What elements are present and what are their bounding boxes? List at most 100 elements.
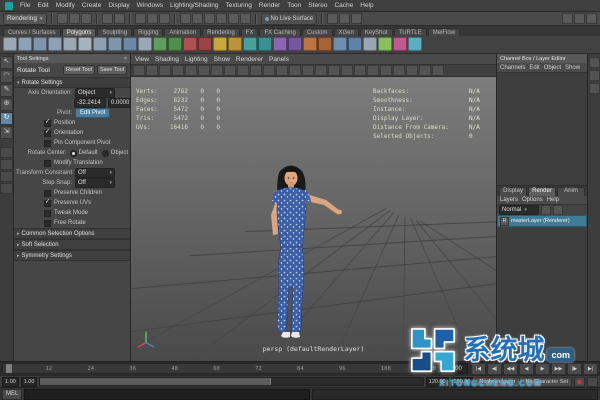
- lighting-toggle-icon[interactable]: [354, 65, 366, 76]
- select-camera-icon[interactable]: [133, 65, 145, 76]
- collapsed-section-header[interactable]: Soft Selection: [14, 239, 130, 250]
- command-language-toggle[interactable]: MEL: [2, 389, 22, 400]
- menu-item[interactable]: Lighting/Shading: [170, 2, 218, 9]
- new-scene-icon[interactable]: [57, 13, 68, 24]
- undo-icon[interactable]: [102, 13, 113, 24]
- shelf-tab[interactable]: FX: [241, 28, 259, 36]
- layer-editor-tab[interactable]: Render: [528, 187, 556, 196]
- select-tool[interactable]: ↖: [0, 56, 13, 69]
- shelf-tool-icon[interactable]: [228, 37, 242, 51]
- layer-editor-menu-item[interactable]: Layers: [500, 197, 518, 203]
- fill-mode-icon[interactable]: [315, 65, 327, 76]
- safe-action-icon[interactable]: [289, 65, 301, 76]
- shelf-tool-icon[interactable]: [33, 37, 47, 51]
- channel-list-area[interactable]: [497, 73, 587, 186]
- safe-title-icon[interactable]: [302, 65, 314, 76]
- preserve-children-checkbox[interactable]: [44, 190, 51, 197]
- shelf-tool-icon[interactable]: [393, 37, 407, 51]
- shelf-tool-icon[interactable]: [273, 37, 287, 51]
- 2d-pan-zoom-icon[interactable]: [198, 65, 210, 76]
- shelf-tool-icon[interactable]: [108, 37, 122, 51]
- persp-outliner-layout-button[interactable]: [0, 171, 13, 182]
- gate-mask-icon[interactable]: [263, 65, 275, 76]
- tool-settings-toggle-icon[interactable]: [589, 70, 600, 81]
- viewport-persp-canvas[interactable]: Verts: 2762 0 0 Edges: 8232 0 0: [131, 77, 496, 361]
- show-manipulator-icon[interactable]: [562, 13, 573, 24]
- shelf-tool-icon[interactable]: [78, 37, 92, 51]
- auto-keyframe-toggle-icon[interactable]: [574, 377, 585, 387]
- ipr-render-icon[interactable]: [339, 13, 350, 24]
- four-pane-layout-button[interactable]: [0, 159, 13, 170]
- new-render-layer-icon[interactable]: [541, 205, 551, 215]
- shelf-tool-icon[interactable]: [63, 37, 77, 51]
- shelf-tab[interactable]: XGen: [334, 28, 359, 36]
- redo-icon[interactable]: [114, 13, 125, 24]
- layer-editor-menu-item[interactable]: Options: [522, 197, 543, 203]
- shelf-tool-icon[interactable]: [213, 37, 227, 51]
- layer-editor-tab[interactable]: Anim: [557, 187, 585, 196]
- rotate-angle-field[interactable]: 0.0000: [108, 98, 131, 108]
- layer-editor-menu-item[interactable]: Help: [547, 197, 559, 203]
- menu-item[interactable]: Modify: [56, 2, 75, 9]
- shelf-tab[interactable]: Rendering: [202, 28, 240, 36]
- time-slider[interactable]: 11224364860728496108120: [2, 363, 441, 374]
- range-slider[interactable]: [39, 377, 423, 386]
- attribute-editor-toggle-icon[interactable]: [589, 57, 600, 68]
- image-plane-icon[interactable]: [185, 65, 197, 76]
- panel-menu-item[interactable]: Show: [214, 56, 230, 63]
- select-by-object-type-icon[interactable]: [147, 13, 158, 24]
- shelf-tool-icon[interactable]: [48, 37, 62, 51]
- layer-blend-mode-select[interactable]: Normal: [499, 205, 539, 215]
- shelf-tool-icon[interactable]: [288, 37, 302, 51]
- panel-menu-item[interactable]: View: [135, 56, 149, 63]
- render-layer-row[interactable]: R masterLayer (Renderer): [497, 215, 587, 227]
- shelf-tool-icon[interactable]: [378, 37, 392, 51]
- snap-to-projected-center-icon[interactable]: [216, 13, 227, 24]
- grease-pencil-icon[interactable]: [211, 65, 223, 76]
- ambient-occlusion-icon[interactable]: [380, 65, 392, 76]
- sidebar-toggle-icon[interactable]: [586, 13, 597, 24]
- live-surface-indicator[interactable]: No Live Surface: [261, 13, 318, 25]
- snap-to-view-plane-icon[interactable]: [228, 13, 239, 24]
- save-scene-icon[interactable]: [81, 13, 92, 24]
- shelf-tool-icon[interactable]: [363, 37, 377, 51]
- panel-menu-item[interactable]: Lighting: [185, 56, 208, 63]
- isolate-select-icon[interactable]: [419, 65, 431, 76]
- layer-editor-tab[interactable]: Display: [499, 187, 527, 196]
- grid-toggle-icon[interactable]: [224, 65, 236, 76]
- step-snap-select[interactable]: Off: [75, 178, 115, 188]
- shelf-tab[interactable]: MelFlow: [428, 28, 460, 36]
- axis-orientation-select[interactable]: Object: [75, 88, 115, 98]
- snap-to-grid-icon[interactable]: [180, 13, 191, 24]
- preserve-uvs-checkbox[interactable]: [44, 200, 51, 207]
- playback-start-field[interactable]: 1.00: [21, 377, 38, 387]
- bookmark-icon[interactable]: [172, 65, 184, 76]
- shelf-tab[interactable]: FX Caching: [259, 28, 300, 36]
- menu-item[interactable]: Render: [259, 2, 280, 9]
- transform-constraint-select[interactable]: Off: [75, 168, 115, 178]
- shelf-tab[interactable]: Custom: [302, 28, 333, 36]
- rotate-center-default-radio[interactable]: [70, 150, 77, 157]
- menu-item[interactable]: Toon: [287, 2, 301, 9]
- shelf-tool-icon[interactable]: [318, 37, 332, 51]
- channel-box-menu-item[interactable]: Edit: [529, 65, 539, 71]
- channel-box-menu-item[interactable]: Show: [565, 65, 580, 71]
- orientation-checkbox[interactable]: [44, 130, 51, 137]
- shelf-tool-icon[interactable]: [93, 37, 107, 51]
- default-material-icon[interactable]: [341, 65, 353, 76]
- panel-menu-item[interactable]: Shading: [155, 56, 179, 63]
- menu-item[interactable]: File: [20, 2, 30, 9]
- panel-menu-item[interactable]: Panels: [269, 56, 289, 63]
- hypershade-persp-layout-button[interactable]: [0, 183, 13, 194]
- shelf-tool-icon[interactable]: [303, 37, 317, 51]
- shelf-tool-icon[interactable]: [198, 37, 212, 51]
- pin-component-pivot-checkbox[interactable]: [44, 140, 51, 147]
- shelf-tab[interactable]: Rigging: [133, 28, 163, 36]
- snap-to-curve-icon[interactable]: [192, 13, 203, 24]
- shelf-tab[interactable]: Curves / Surfaces: [3, 28, 61, 36]
- menu-item[interactable]: Edit: [37, 2, 48, 9]
- shelf-tool-icon[interactable]: [243, 37, 257, 51]
- close-icon[interactable]: ×: [124, 56, 127, 62]
- tweak-mode-checkbox[interactable]: [44, 210, 51, 217]
- shelf-tool-icon[interactable]: [3, 37, 17, 51]
